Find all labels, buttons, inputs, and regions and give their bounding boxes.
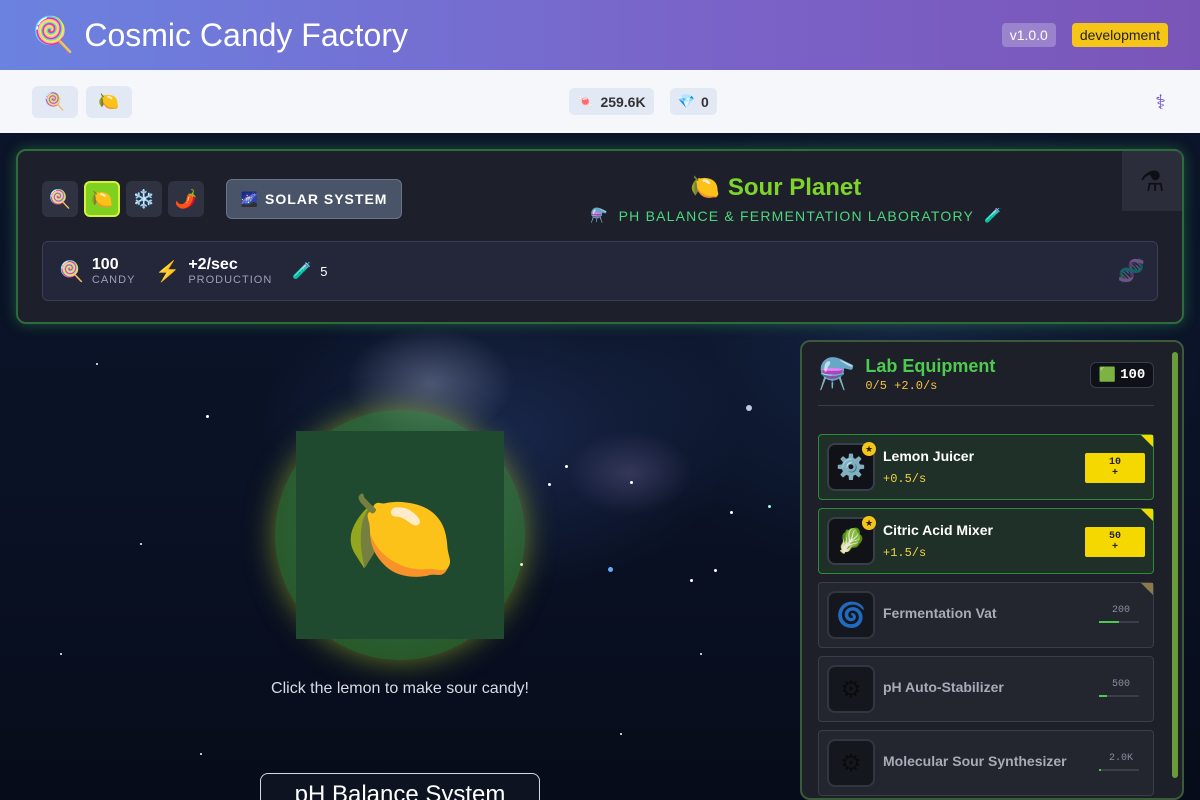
gem-resource: 💎 0 [669,88,717,115]
environment-badge: development [1071,23,1168,47]
click-hint: Click the lemon to make sour candy! [271,680,529,697]
lollipop-icon: 🍭 [44,91,66,111]
equipment-name: Fermentation Vat [883,605,997,621]
cost-progress-bar [1099,769,1139,771]
ph-balance-title: pH Balance System [260,773,540,800]
lemon-icon: 🍋 [90,188,114,209]
lollipop-button[interactable]: 🍭 [32,85,78,118]
app-header: 🍭 Cosmic Candy Factory v1.0.0 developmen… [0,0,1200,70]
ice-planet-button[interactable]: ❄️ [126,181,162,217]
equipment-citric-acid-mixer[interactable]: 🥬 ★ Citric Acid Mixer +1.5/s 50 + [818,508,1154,574]
lab-header: ⚗️ Lab Equipment 0/5 +2.0/s [818,356,995,393]
equipment-molecular-sour-synthesizer[interactable]: ⚙ Molecular Sour Synthesizer 2.0K [818,730,1154,796]
buy-cost: 50 [1108,531,1121,542]
planet-subtitle: ⚗️ PH BALANCE & FERMENTATION LABORATORY … [590,207,1003,224]
planet-name: Sour Planet [727,173,862,201]
lollipop-icon: 🍭 [59,260,84,283]
divider [818,405,1154,406]
candy-icon: 🍬 [577,93,595,109]
planet-title: 🍋 Sour Planet [690,173,861,202]
corner-marker [1141,509,1153,521]
lab-equipment-panel: ⚗️ Lab Equipment 0/5 +2.0/s 🟩 100 ⚙️ ★ L… [800,340,1184,800]
equipment-fermentation-vat[interactable]: 🌀 Fermentation Vat 200 [818,582,1154,648]
flask-stat: 🧪 5 [292,261,327,281]
equipment-name: pH Auto-Stabilizer [883,679,1004,695]
equipment-name: Lemon Juicer [883,448,975,464]
equipment-name: Citric Acid Mixer [883,522,993,538]
sour-candy-icon: 🟩 [1098,367,1117,384]
dna-icon: 🧬 [1117,258,1145,283]
production-label: PRODUCTION [188,274,273,286]
lollipop-icon: 🍭 [48,188,72,209]
candy-value: 100 [91,256,119,273]
scrollbar[interactable] [1172,352,1178,778]
corner-marker [1141,583,1153,595]
lab-subtitle: 0/5 +2.0/s [865,379,938,393]
equipment-rate: +0.5/s [883,472,927,486]
star-badge-icon: ★ [862,442,876,456]
vortex-icon: 🌀 [827,591,875,639]
lab-candy-badge: 🟩 100 [1090,362,1154,388]
version-badge: v1.0.0 [1001,23,1056,47]
buy-lemon-juicer-button[interactable]: 10 + [1085,453,1145,483]
lollipop-logo-icon: 🍭 [32,16,75,54]
solar-system-button[interactable]: 🌌 SOLAR SYSTEM [226,179,402,219]
chili-icon: 🌶️ [174,188,198,209]
alembic-icon: ⚗️ [590,207,609,223]
lemon-clicker[interactable]: 🍋 [296,431,504,639]
solar-system-label: SOLAR SYSTEM [264,191,388,207]
lab-title: Lab Equipment [865,356,996,376]
buy-cost: 10 [1108,457,1121,468]
lemon-icon: 🍋 [690,174,720,201]
gear-icon: ⚙ [827,665,875,713]
planet-selector: 🍭 🍋 ❄️ 🌶️ [42,181,204,217]
lab-badge-value: 100 [1120,367,1146,383]
equipment-cost: 2.0K [1108,753,1133,764]
planet-subtitle-text: PH BALANCE & FERMENTATION LABORATORY [618,207,975,224]
stats-bar: 🍭 100 CANDY ⚡ +2/sec PRODUCTION 🧪 5 🧬 [42,241,1158,301]
buy-plus: + [1111,468,1118,479]
lemon-icon: 🍋 [343,485,457,586]
gear-icon: ⚙ [827,739,875,787]
gem-resource-value: 0 [701,93,709,110]
app-title: Cosmic Candy Factory [84,16,408,53]
flask-value: 5 [320,263,328,279]
lemon-icon: 🍋 [98,91,120,111]
test-tube-icon: 🧪 [292,263,313,280]
buy-plus: + [1111,542,1118,553]
production-value: +2/sec [188,256,238,273]
planet-panel: 🍭 🍋 ❄️ 🌶️ 🌌 SOLAR SYSTEM 🍋 Sour Planet ⚗… [16,149,1184,324]
lemon-button[interactable]: 🍋 [86,85,132,118]
corner-marker [1141,435,1153,447]
equipment-lemon-juicer[interactable]: ⚙️ ★ Lemon Juicer +0.5/s 10 + [818,434,1154,500]
candy-stat: 🍭 100 CANDY [59,256,135,286]
cost-progress-bar [1099,621,1139,623]
top-toolbar: 🍭 🍋 🍬 259.6K 💎 0 ⚕ [0,70,1200,133]
lightning-icon: ⚡ [155,260,181,283]
production-stat: ⚡ +2/sec PRODUCTION [155,256,272,286]
equipment-cost: 200 [1111,605,1130,616]
candy-resource: 🍬 259.6K [569,88,654,115]
equipment-rate: +1.5/s [883,546,927,560]
test-tube-icon: 🧪 [984,207,1003,223]
galaxy-icon: 🌌 [240,190,259,207]
equipment-cost: 500 [1111,679,1130,690]
equipment-name: Molecular Sour Synthesizer [883,753,1067,769]
spicy-planet-button[interactable]: 🌶️ [168,181,204,217]
equipment-ph-auto-stabilizer[interactable]: ⚙ pH Auto-Stabilizer 500 [818,656,1154,722]
candy-planet-button[interactable]: 🍭 [42,181,78,217]
cost-progress-bar [1099,695,1139,697]
alembic-icon: ⚗️ [818,358,856,391]
candy-label: CANDY [91,274,136,286]
candy-resource-value: 259.6K [600,93,646,110]
sour-planet-button[interactable]: 🍋 [84,181,120,217]
flask-icon: ⚗ [1122,151,1182,211]
snowflake-icon: ❄️ [132,188,156,209]
caduceus-icon[interactable]: ⚕ [1155,90,1166,115]
gem-icon: 💎 [677,93,696,109]
buy-citric-acid-mixer-button[interactable]: 50 + [1085,527,1145,557]
star-badge-icon: ★ [862,516,876,530]
